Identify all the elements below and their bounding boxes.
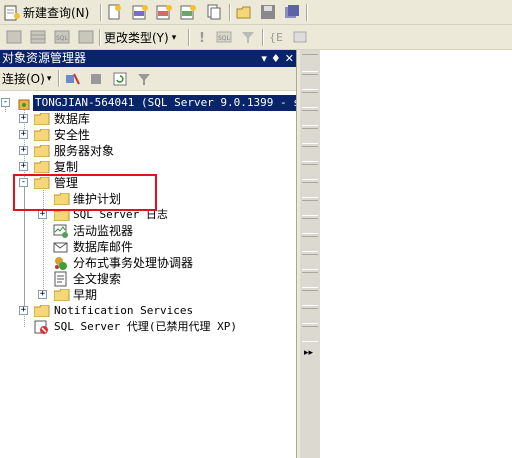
svg-text:SQL: SQL	[56, 35, 69, 42]
expand-icon[interactable]: +	[38, 210, 47, 219]
mail-icon	[53, 242, 68, 253]
add-table-icon[interactable]	[292, 29, 308, 45]
pin-icon[interactable]: ♦	[271, 50, 281, 67]
tab-strip-item	[302, 92, 318, 108]
diagram-pane-icon[interactable]	[6, 29, 22, 45]
tree-node-label: 数据库邮件	[73, 240, 134, 254]
svg-text:{E: {E	[269, 31, 283, 44]
stop-icon[interactable]	[88, 71, 104, 87]
expand-icon[interactable]: +	[19, 114, 28, 123]
filter-icon[interactable]	[240, 29, 256, 45]
expand-icon[interactable]: +	[38, 290, 47, 299]
tab-strip-item	[302, 182, 318, 198]
tab-strip-item	[302, 128, 318, 144]
collapse-icon[interactable]: -	[1, 98, 10, 107]
object-explorer-toolbar: 连接(O) ▾	[0, 67, 296, 91]
tab-strip-item	[302, 326, 318, 342]
tree-node-label: SQL Server 代理(已禁用代理 XP)	[54, 320, 237, 333]
tab-strip-item	[302, 308, 318, 324]
dtc-icon	[55, 257, 67, 270]
mdx-query-icon[interactable]	[132, 4, 148, 20]
document-area-strip: ▸▸	[300, 50, 320, 458]
connect-dropdown[interactable]: 连接(O) ▾	[2, 69, 51, 88]
sql-pane-icon[interactable]: SQL	[54, 29, 70, 45]
chevron-down-icon: ▾	[46, 73, 52, 84]
new-file-template-icon[interactable]	[206, 4, 222, 20]
new-query-icon	[4, 5, 20, 20]
tree-node-label: 活动监视器	[73, 224, 134, 238]
filter-icon[interactable]	[136, 71, 152, 87]
tree-node-label: 数据库	[54, 112, 91, 126]
tab-strip-item	[302, 254, 318, 270]
toolbar-separator	[188, 29, 190, 46]
chevron-down-icon[interactable]: ▾	[261, 50, 267, 67]
change-type-dropdown[interactable]: 更改类型(Y) ▾	[104, 28, 176, 47]
criteria-pane-icon[interactable]	[30, 29, 46, 45]
activity-monitor-icon	[53, 224, 68, 238]
folder-icon	[34, 129, 50, 141]
tab-strip-item	[302, 236, 318, 252]
panel-title: 对象资源管理器	[2, 51, 87, 65]
tab-strip-item	[302, 74, 318, 90]
folder-icon	[34, 161, 50, 173]
results-pane-icon[interactable]	[78, 29, 94, 45]
xmla-query-icon[interactable]	[180, 4, 196, 20]
tree-node-label: 安全性	[54, 128, 91, 142]
expand-icon[interactable]: +	[19, 162, 28, 171]
dmx-query-icon[interactable]	[156, 4, 172, 20]
folder-icon	[34, 145, 50, 157]
chevron-down-icon: ▾	[171, 32, 177, 43]
tab-strip-item	[302, 272, 318, 288]
new-query-button[interactable]: 新建查询(N)	[3, 3, 89, 22]
tab-strip-item	[302, 110, 318, 126]
save-all-icon[interactable]	[284, 4, 300, 20]
tab-strip-item	[302, 200, 318, 216]
new-file-icon[interactable]	[106, 4, 122, 20]
server-name: TONGJIAN-564041 (SQL Server 9.0.1399 - s…	[33, 95, 316, 111]
query-designer-toolbar: SQL 更改类型(Y) ▾ ! SQL {E	[0, 25, 512, 50]
object-explorer-title-bar: 对象资源管理器 ▾ ♦ ✕	[0, 50, 296, 67]
svg-text:!: !	[199, 31, 205, 45]
disconnect-icon[interactable]	[64, 71, 80, 87]
toolbar-separator	[262, 29, 264, 46]
tree-node-label: 服务器对象	[54, 144, 115, 158]
toolbar-separator	[229, 4, 231, 21]
svg-text:SQL: SQL	[218, 35, 231, 42]
standard-toolbar: 新建查询(N)	[0, 0, 512, 25]
tree-node-label: 早期	[73, 288, 98, 302]
toolbar-separator	[99, 29, 101, 46]
highlight-annotation-box	[13, 174, 157, 211]
tab-strip-item	[302, 146, 318, 162]
folder-icon	[54, 289, 70, 301]
refresh-icon[interactable]	[112, 71, 128, 87]
close-icon[interactable]: ✕	[285, 50, 294, 67]
expand-icon[interactable]: +	[19, 146, 28, 155]
sql-agent-icon	[34, 320, 48, 334]
save-icon[interactable]	[260, 4, 276, 20]
toolbar-separator	[306, 4, 308, 21]
expand-icon[interactable]: +	[19, 130, 28, 139]
tree-node-label: 分布式事务处理协调器	[73, 256, 194, 270]
folder-icon	[34, 305, 50, 317]
server-icon	[18, 99, 30, 110]
chevron-right-icon[interactable]: ▸▸	[304, 348, 313, 358]
execute-icon[interactable]: !	[194, 29, 210, 45]
tab-strip-item	[302, 164, 318, 180]
folder-icon	[34, 113, 50, 125]
full-text-search-icon	[54, 271, 67, 287]
group-by-icon[interactable]: {E	[268, 29, 284, 45]
open-folder-icon[interactable]	[236, 4, 252, 20]
tree-node-label: 全文搜索	[73, 272, 122, 286]
tab-strip-item	[302, 290, 318, 306]
tab-strip-item	[302, 54, 318, 72]
object-explorer-tree: - TONGJIAN-564041 (SQL Server 9.0.1399 -…	[0, 91, 316, 458]
tree-node-label: Notification Services	[54, 304, 194, 317]
toolbar-separator	[58, 70, 60, 87]
toolbar-separator	[100, 4, 102, 21]
expand-icon[interactable]: +	[19, 306, 28, 315]
verify-sql-icon[interactable]: SQL	[216, 29, 232, 45]
tab-strip-item	[302, 218, 318, 234]
tree-node-label: 复制	[54, 160, 79, 174]
